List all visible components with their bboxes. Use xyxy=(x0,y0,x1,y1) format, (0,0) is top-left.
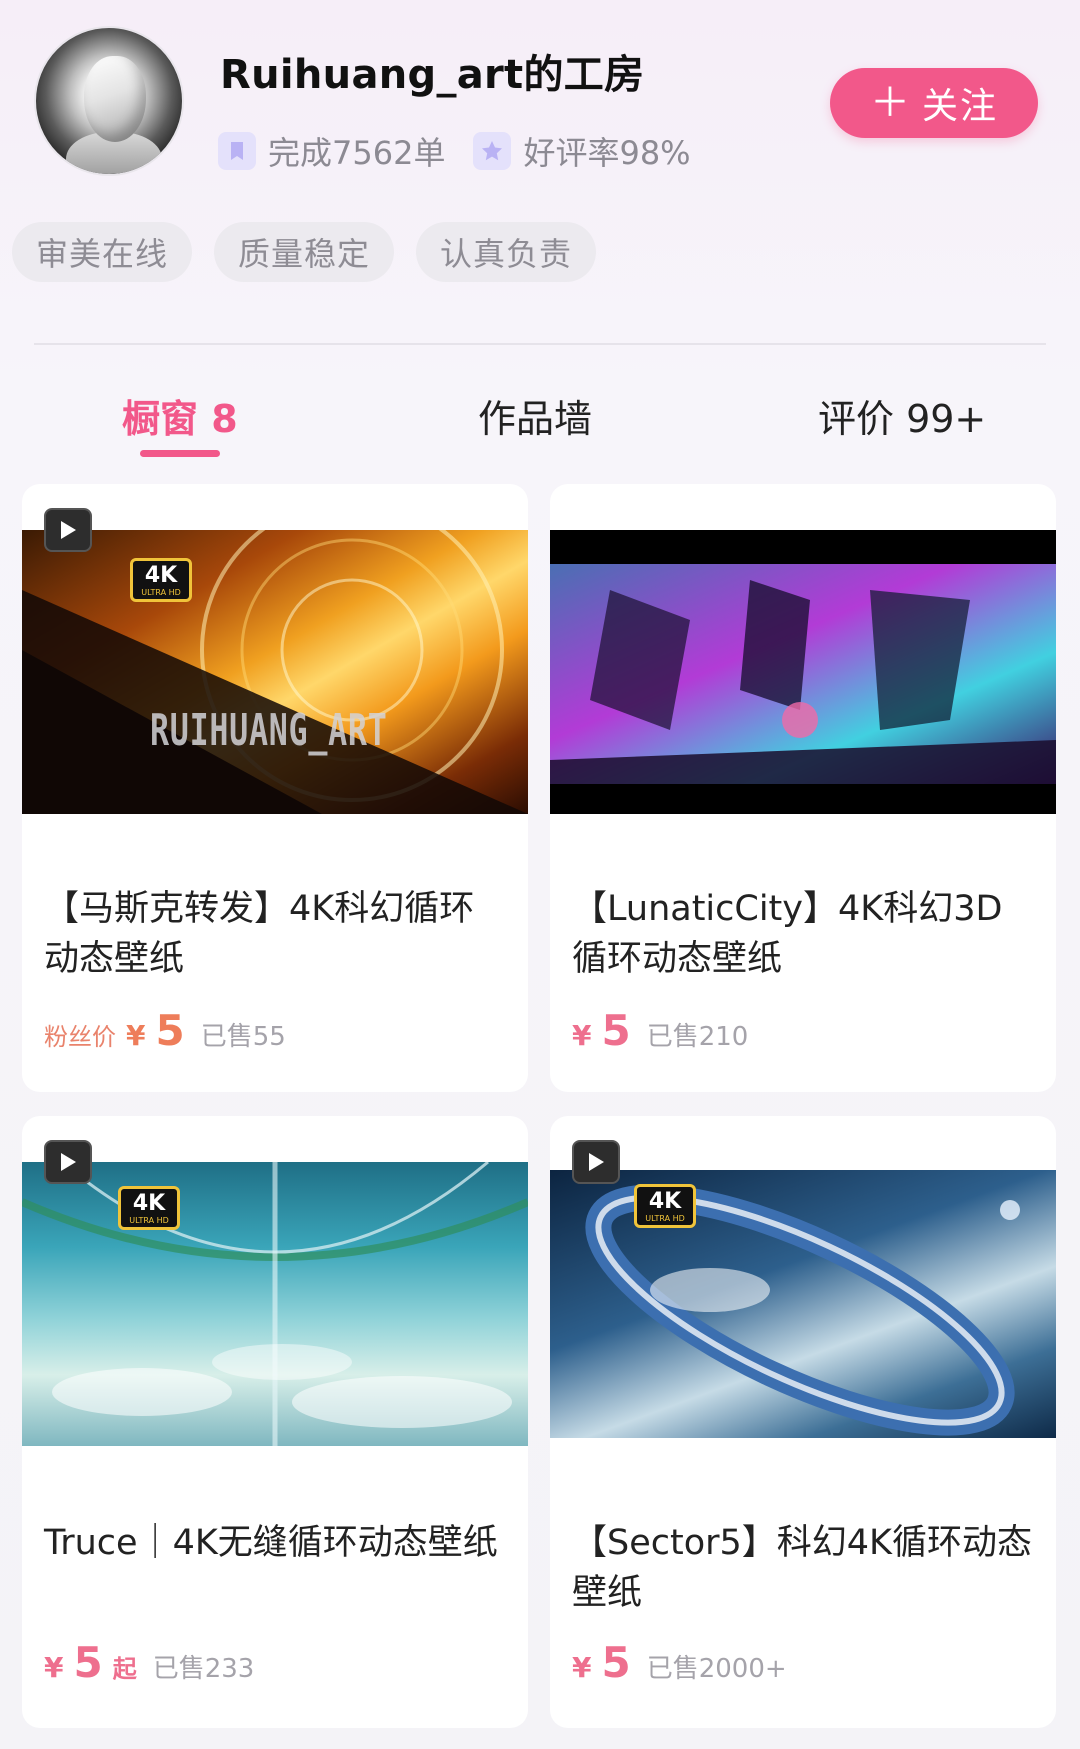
product-card[interactable]: 4K ULTRA HD Truce｜4K无缝循环动态壁纸 ¥ 5 起 已售233 xyxy=(22,1116,528,1728)
tab-reviews[interactable]: 评价 99+ xyxy=(818,388,986,443)
shop-stats: 完成7562单 好评率98% xyxy=(218,128,691,174)
completed-orders-text: 完成7562单 xyxy=(268,134,446,172)
bookmark-icon xyxy=(218,132,256,170)
product-title[interactable]: 【Sector5】科幻4K循环动态壁纸 xyxy=(572,1518,1036,1618)
video-play-icon xyxy=(44,508,92,552)
positive-rating: 好评率98% xyxy=(473,128,691,174)
product-card[interactable]: 4K ULTRA HD RUIHUANG_ART 【马斯克转发】4K科幻循环动态壁… xyxy=(22,484,528,1092)
price-value: 5 xyxy=(73,1638,103,1687)
positive-rating-text: 好评率98% xyxy=(523,134,691,172)
product-title[interactable]: 【马斯克转发】4K科幻循环动态壁纸 xyxy=(44,884,508,984)
shop-tags: 审美在线 质量稳定 认真负责 xyxy=(12,222,597,282)
shop-tag: 认真负责 xyxy=(416,222,597,282)
star-icon xyxy=(473,132,512,170)
uhd-4k-badge: 4K ULTRA HD xyxy=(130,558,192,602)
sold-count: 已售2000+ xyxy=(646,1654,787,1684)
divider xyxy=(34,343,1046,345)
follow-label: 关注 xyxy=(921,86,998,127)
price-row: ¥ 5 已售2000+ xyxy=(572,1638,787,1687)
sold-count: 已售233 xyxy=(152,1654,255,1684)
video-play-icon xyxy=(572,1140,620,1184)
shop-tag: 质量稳定 xyxy=(214,222,395,282)
product-title[interactable]: Truce｜4K无缝循环动态壁纸 xyxy=(44,1518,508,1568)
follow-button[interactable]: ＋ 关注 xyxy=(830,68,1038,138)
shop-name: Ruihuang_art的工房 xyxy=(220,52,645,98)
fan-price-label: 粉丝价 xyxy=(44,1023,116,1051)
currency-symbol: ¥ xyxy=(572,1651,592,1684)
product-thumbnail[interactable]: 4K ULTRA HD xyxy=(550,1170,1056,1438)
product-card[interactable]: 4K ULTRA HD 【Sector5】科幻4K循环动态壁纸 ¥ 5 已售200… xyxy=(550,1116,1056,1728)
price-value: 5 xyxy=(601,1006,631,1055)
product-thumbnail[interactable] xyxy=(550,530,1056,814)
price-value: 5 xyxy=(601,1638,631,1687)
product-card[interactable]: 【LunaticCity】4K科幻3D循环动态壁纸 ¥ 5 已售210 xyxy=(550,484,1056,1092)
video-play-icon xyxy=(44,1140,92,1184)
currency-symbol: ¥ xyxy=(44,1651,64,1684)
product-thumbnail[interactable]: 4K ULTRA HD xyxy=(22,1162,528,1446)
tab-showcase[interactable]: 橱窗 8 xyxy=(122,388,238,443)
shop-page: Ruihuang_art的工房 完成7562单 好评率98% ＋ 关注 审美在线… xyxy=(0,0,1080,1749)
completed-orders: 完成7562单 xyxy=(218,128,445,174)
price-value: 5 xyxy=(155,1006,185,1055)
price-row: ¥ 5 已售210 xyxy=(572,1006,748,1055)
sold-count: 已售210 xyxy=(646,1022,749,1052)
currency-symbol: ¥ xyxy=(126,1019,146,1052)
price-row: 粉丝价 ¥ 5 已售55 xyxy=(44,1006,286,1055)
tab-active-indicator xyxy=(140,450,220,457)
product-title[interactable]: 【LunaticCity】4K科幻3D循环动态壁纸 xyxy=(572,884,1036,984)
price-row: ¥ 5 起 已售233 xyxy=(44,1638,254,1687)
uhd-4k-badge: 4K ULTRA HD xyxy=(118,1186,180,1230)
tab-works-wall[interactable]: 作品墙 xyxy=(478,388,592,443)
avatar[interactable] xyxy=(34,26,184,176)
shop-tag: 审美在线 xyxy=(12,222,193,282)
product-thumbnail[interactable]: 4K ULTRA HD RUIHUANG_ART xyxy=(22,530,528,814)
sold-count: 已售55 xyxy=(200,1022,286,1052)
plus-icon: ＋ xyxy=(869,80,912,126)
watermark-text: RUIHUANG_ART xyxy=(150,705,388,756)
price-suffix: 起 xyxy=(112,1655,137,1683)
uhd-4k-badge: 4K ULTRA HD xyxy=(634,1184,696,1228)
currency-symbol: ¥ xyxy=(572,1019,592,1052)
